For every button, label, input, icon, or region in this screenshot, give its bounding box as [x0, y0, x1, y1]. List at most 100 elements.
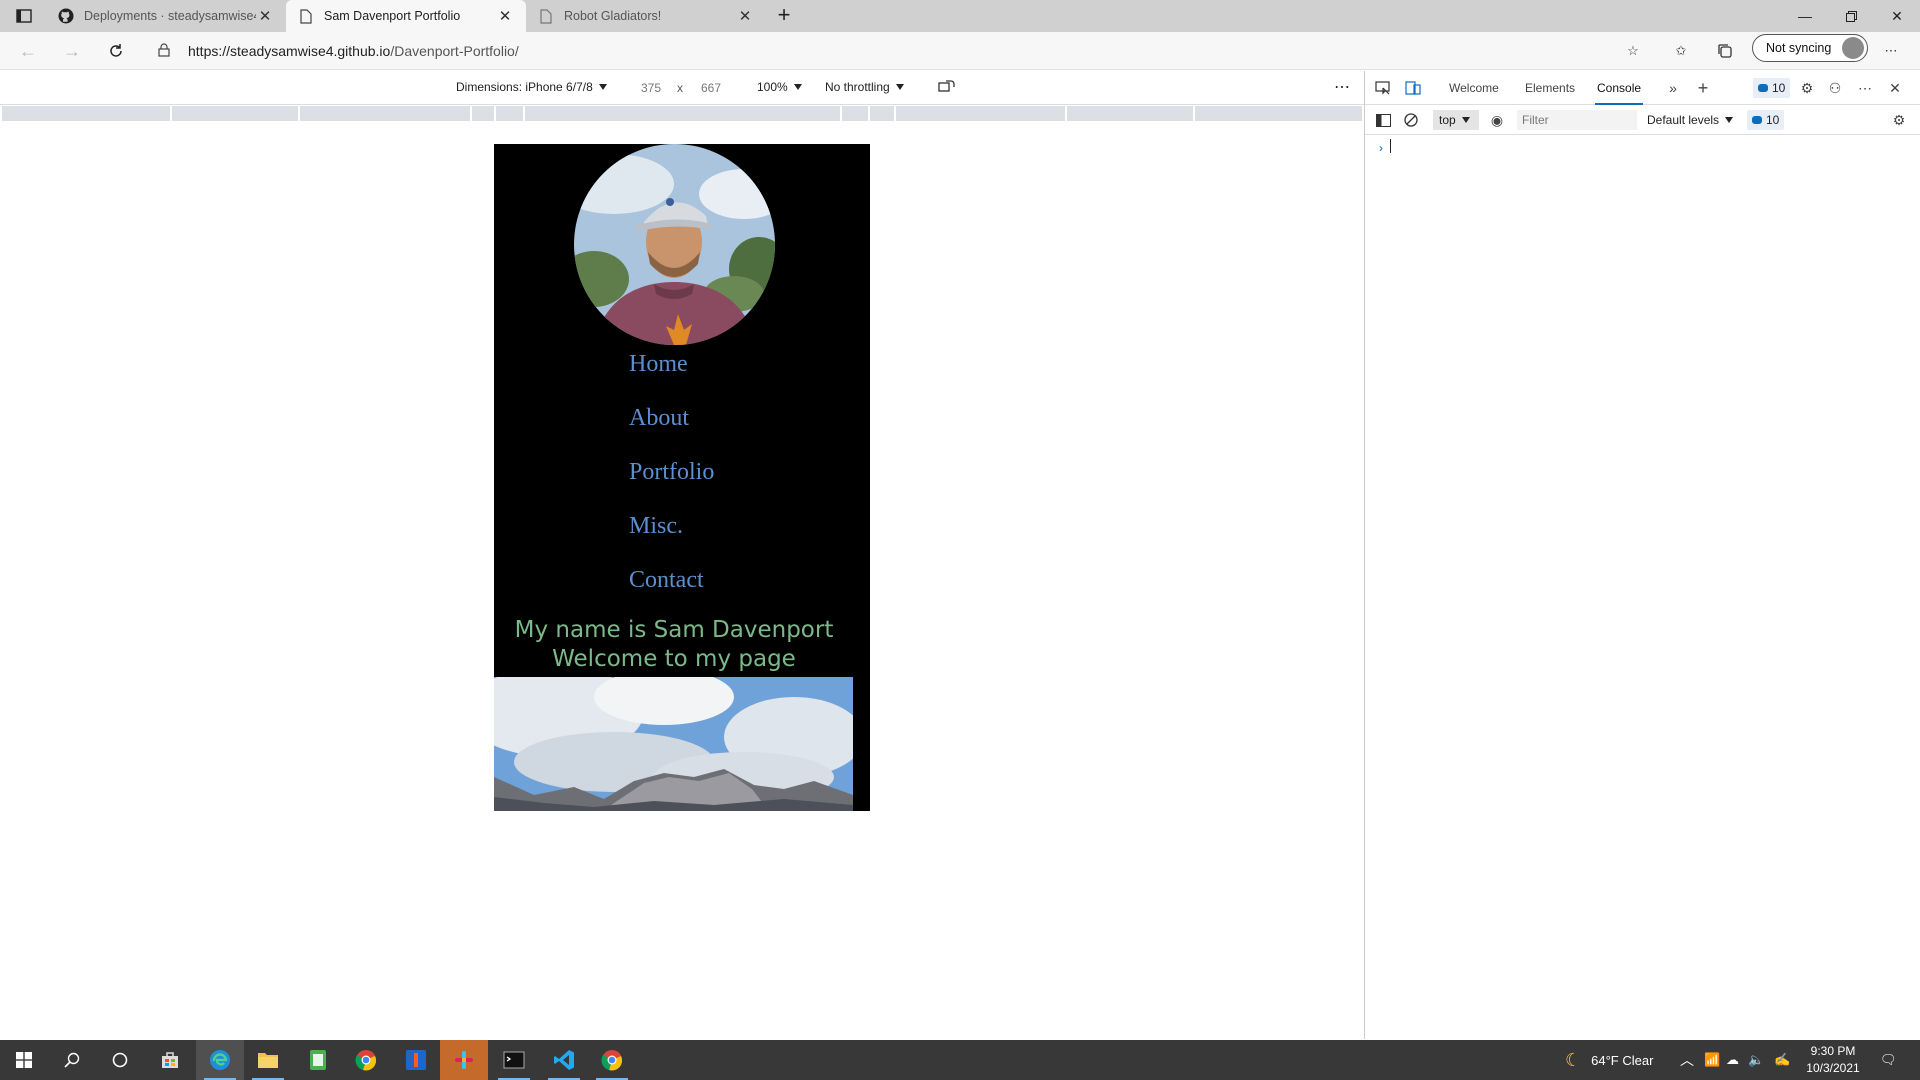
back-button[interactable]: ← — [16, 39, 40, 63]
chevron-down-icon — [793, 84, 802, 90]
minimize-button[interactable]: — — [1782, 0, 1828, 32]
taskbar-store[interactable] — [146, 1040, 194, 1080]
notes-icon — [310, 1050, 326, 1070]
clock[interactable]: 9:30 PM 10/3/2021 — [1796, 1043, 1870, 1077]
devtools-settings-button[interactable]: ⚙ — [1797, 78, 1817, 98]
restore-button[interactable] — [1828, 0, 1874, 32]
add-favorite-button[interactable]: ☆ — [1622, 40, 1644, 62]
throttling-label: No throttling — [825, 80, 890, 94]
taskbar-vscode[interactable] — [540, 1040, 588, 1080]
start-button[interactable] — [0, 1040, 48, 1080]
devtools-more-button[interactable]: ⋯ — [1855, 78, 1875, 98]
context-label: top — [1439, 113, 1456, 127]
console-input[interactable] — [1390, 139, 1391, 153]
tab-robot-gladiators[interactable]: Robot Gladiators! ✕ — [526, 0, 766, 32]
tab-elements[interactable]: Elements — [1525, 81, 1575, 95]
height-input[interactable]: 667 — [690, 78, 732, 98]
inspect-element-button[interactable] — [1373, 78, 1393, 98]
show-hidden-icons-button[interactable]: ︿ — [1680, 1040, 1694, 1080]
zoom-select[interactable]: 100% — [757, 80, 802, 94]
ruler-divider — [840, 106, 842, 121]
profile-sync-button[interactable]: Not syncing — [1752, 34, 1868, 62]
close-icon[interactable]: ✕ — [256, 7, 274, 25]
console-sidebar-toggle[interactable] — [1373, 110, 1393, 130]
chevron-down-icon — [1461, 117, 1470, 123]
tab-console[interactable]: Console — [1594, 81, 1644, 105]
nav-link-portfolio[interactable]: Portfolio — [629, 457, 714, 511]
taskbar-slack[interactable] — [440, 1040, 488, 1080]
nav-link-contact[interactable]: Contact — [629, 565, 714, 619]
console-settings-button[interactable]: ⚙ — [1889, 110, 1909, 130]
gear-icon: ⚙ — [1892, 111, 1906, 128]
live-expression-button[interactable]: ◉ — [1487, 110, 1507, 130]
speaker-icon: 🔈 — [1748, 1052, 1765, 1067]
width-input[interactable]: 375 — [630, 78, 672, 98]
favorites-button[interactable]: ✩ — [1670, 40, 1692, 62]
feedback-button[interactable]: ⚇ — [1825, 78, 1845, 98]
messages-badge[interactable]: 10 — [1747, 110, 1785, 130]
nav-link-home[interactable]: Home — [629, 349, 714, 403]
clear-console-button[interactable] — [1401, 110, 1421, 130]
rotate-button[interactable] — [938, 79, 956, 93]
throttling-select[interactable]: No throttling — [825, 80, 904, 94]
restore-icon — [1845, 10, 1857, 22]
taskbar-chrome-profile[interactable] — [588, 1040, 636, 1080]
tab-deployments[interactable]: Deployments · steadysamwise4/ ✕ — [46, 0, 286, 32]
close-icon[interactable]: ✕ — [736, 7, 754, 25]
taskbar-chrome[interactable] — [342, 1040, 390, 1080]
taskbar-notes-app[interactable] — [294, 1040, 342, 1080]
forward-button[interactable]: → — [60, 39, 84, 63]
weather-text: 64°F Clear — [1591, 1052, 1654, 1068]
nav-link-about[interactable]: About — [629, 403, 714, 457]
search-button[interactable] — [48, 1040, 96, 1080]
new-tab-button[interactable]: + — [772, 4, 796, 28]
tab-portfolio[interactable]: Sam Davenport Portfolio ✕ — [286, 0, 526, 32]
star-plus-icon: ☆ — [1627, 43, 1639, 58]
close-icon[interactable]: ✕ — [496, 7, 514, 25]
device-screen: Home About Portfolio Misc. Contact My na… — [494, 144, 870, 811]
device-toolbar-toggle[interactable] — [1403, 78, 1423, 98]
issues-badge[interactable]: 10 — [1753, 78, 1791, 98]
folder-icon — [258, 1053, 278, 1068]
tab-welcome[interactable]: Welcome — [1449, 81, 1499, 95]
cortana-icon — [112, 1052, 128, 1068]
onedrive-button[interactable]: ☁ — [1726, 1040, 1739, 1080]
collections-button[interactable] — [1714, 40, 1736, 62]
media-query-ruler[interactable] — [2, 106, 1362, 121]
device-select[interactable]: Dimensions: iPhone 6/7/8 — [456, 80, 607, 94]
taskbar-app-blue[interactable] — [392, 1040, 440, 1080]
context-select[interactable]: top — [1433, 110, 1479, 130]
close-window-button[interactable]: ✕ — [1874, 0, 1920, 32]
tab-actions-button[interactable] — [10, 4, 38, 28]
taskbar-terminal[interactable] — [490, 1040, 538, 1080]
volume-button[interactable]: 🔈 — [1748, 1040, 1764, 1080]
close-devtools-button[interactable]: ✕ — [1885, 78, 1905, 98]
log-levels-select[interactable]: Default levels — [1647, 113, 1734, 127]
address-bar: ← → https://steadysamwise4.github.io/Dav… — [0, 32, 1920, 70]
device-more-button[interactable]: ⋯ — [1334, 77, 1350, 97]
device-emulation-icon — [1405, 81, 1421, 95]
weather-widget[interactable]: ☾ 64°F Clear — [1565, 1040, 1653, 1080]
sidebar-icon — [1375, 113, 1391, 127]
levels-label: Default levels — [1647, 113, 1720, 127]
filter-input[interactable]: Filter — [1517, 110, 1637, 130]
cortana-button[interactable] — [96, 1040, 144, 1080]
pen-button[interactable]: ✍ — [1774, 1040, 1790, 1080]
action-center-button[interactable]: 🗨 — [1880, 1040, 1897, 1080]
add-tool-button[interactable]: + — [1693, 78, 1713, 98]
page-icon — [298, 8, 314, 24]
nav-link-misc[interactable]: Misc. — [629, 511, 714, 565]
taskbar-edge[interactable] — [196, 1040, 244, 1080]
refresh-button[interactable] — [104, 39, 128, 63]
zoom-label: 100% — [757, 80, 788, 94]
url-field[interactable]: https://steadysamwise4.github.io/Davenpo… — [144, 36, 1634, 66]
more-icon: ⋯ — [1884, 43, 1898, 58]
device-label: Dimensions: iPhone 6/7/8 — [456, 80, 593, 94]
taskbar-file-explorer[interactable] — [244, 1040, 292, 1080]
cloud-icon: ☁ — [1726, 1052, 1739, 1067]
network-button[interactable]: 📶 — [1704, 1040, 1720, 1080]
chevron-down-icon — [1725, 117, 1734, 123]
more-tabs-button[interactable]: » — [1663, 78, 1683, 98]
main-nav: Home About Portfolio Misc. Contact — [629, 349, 714, 619]
settings-more-button[interactable]: ⋯ — [1880, 40, 1902, 62]
